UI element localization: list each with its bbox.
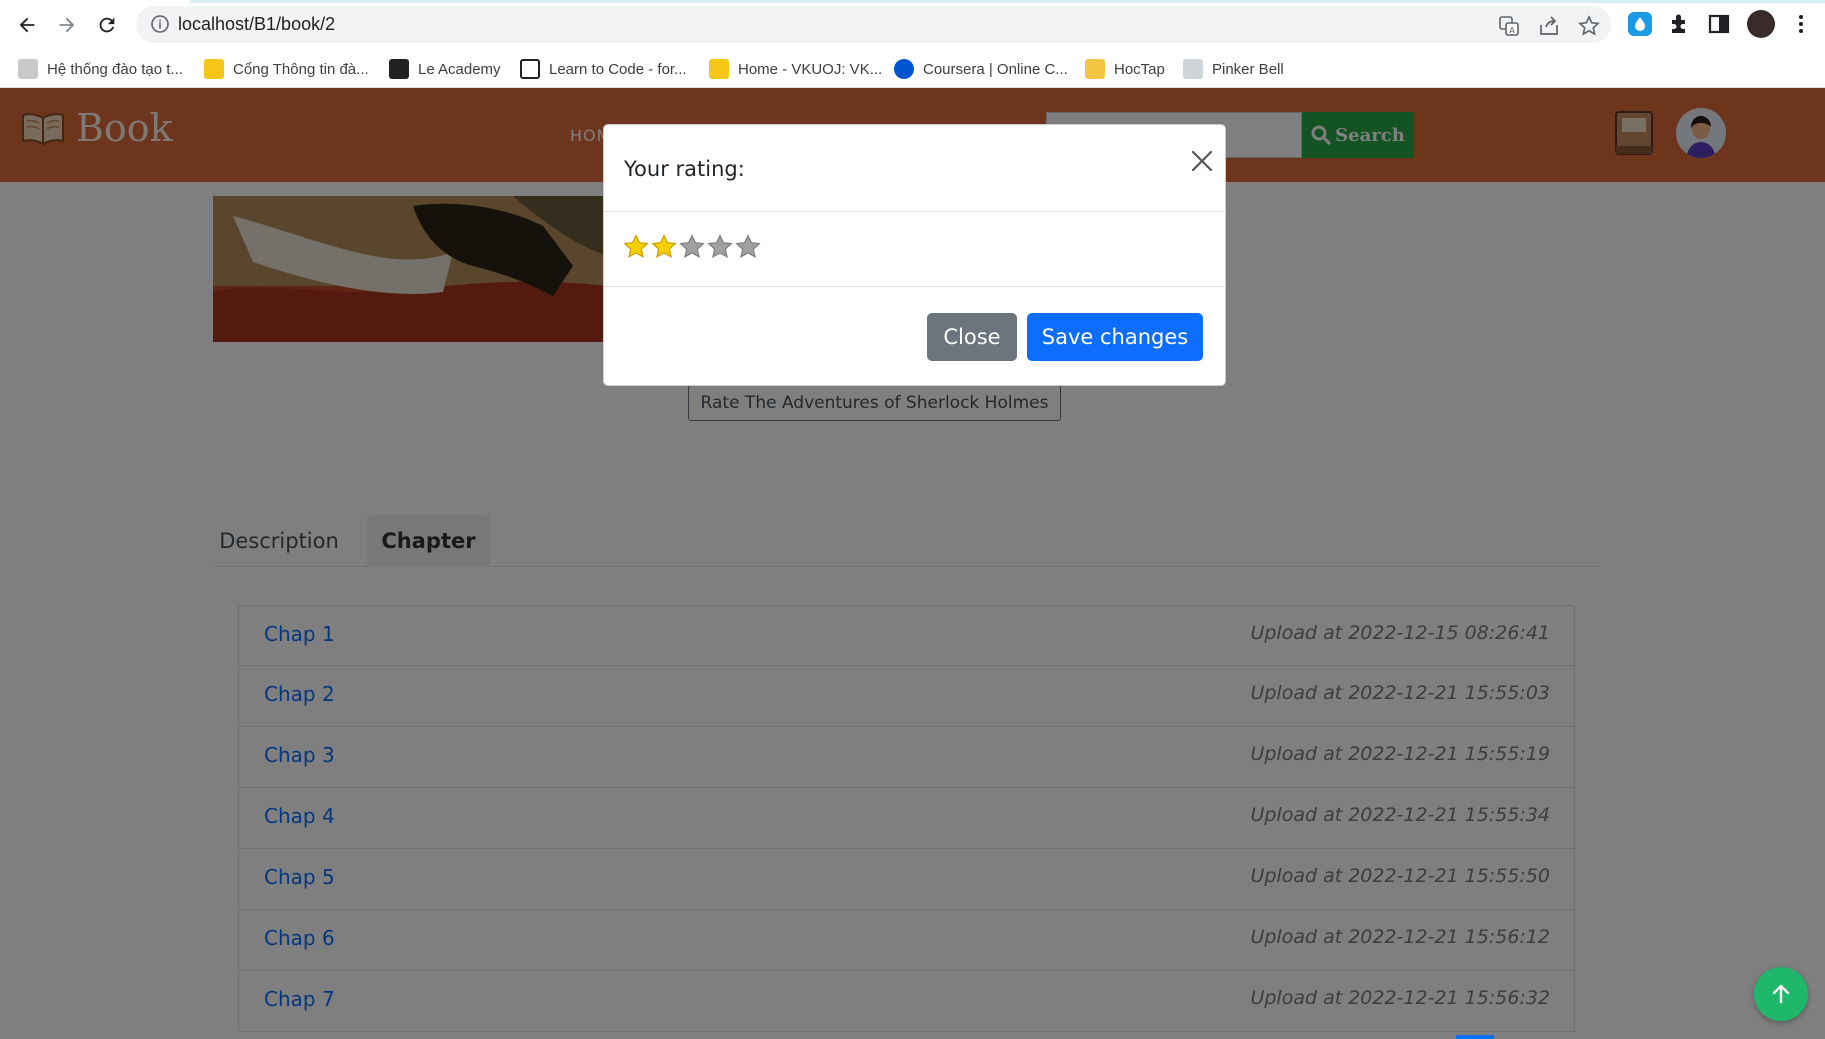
info-icon[interactable]	[150, 14, 170, 34]
save-changes-button[interactable]: Save changes	[1027, 313, 1203, 361]
document-favicon	[18, 59, 38, 79]
bookmark-label: Coursera | Online C...	[923, 60, 1068, 78]
menu-kebab-icon[interactable]	[1788, 11, 1814, 37]
rating-modal: Your rating: Close Save changes	[603, 124, 1226, 386]
star-rating	[623, 234, 761, 260]
code-favicon	[520, 59, 540, 79]
bookmark-item[interactable]: Learn to Code - for...	[520, 57, 687, 81]
star-icon[interactable]	[651, 234, 677, 260]
bookmark-item[interactable]: Le Academy	[389, 57, 501, 81]
arrow-right-icon	[59, 17, 75, 33]
bookmark-item[interactable]: HocTap	[1085, 57, 1165, 81]
bookmarks-bar: Hệ thống đào tạo t... Cổng Thông tin đà.…	[0, 48, 1825, 88]
bookmark-item[interactable]: Coursera | Online C...	[894, 57, 1068, 81]
bookmark-item[interactable]: Cổng Thông tin đà...	[204, 57, 369, 81]
star-icon[interactable]	[735, 234, 761, 260]
close-button[interactable]: Close	[927, 313, 1017, 361]
bookmark-label: Le Academy	[418, 60, 501, 78]
side-panel-icon[interactable]	[1706, 11, 1732, 37]
profile-avatar[interactable]	[1747, 10, 1775, 38]
reload-icon	[99, 17, 115, 33]
bookmark-star-icon[interactable]	[1578, 15, 1600, 37]
bookmark-item[interactable]: Home - VKUOJ: VK...	[709, 57, 882, 81]
modal-body	[604, 212, 1225, 287]
bookmark-label: HocTap	[1114, 60, 1165, 78]
bookmark-label: Hệ thống đào tạo t...	[47, 60, 183, 78]
modal-title: Your rating:	[624, 157, 745, 181]
forward-button[interactable]	[52, 10, 82, 40]
reload-button[interactable]	[92, 10, 122, 40]
browser-toolbar: localhost/B1/book/2 A	[0, 0, 1825, 48]
bookmark-label: Pinker Bell	[1212, 60, 1284, 78]
folder-icon	[1085, 59, 1105, 79]
coursera-favicon	[894, 59, 914, 79]
pagination-active-page[interactable]	[1456, 1035, 1494, 1039]
arrow-up-icon	[1772, 984, 1790, 1004]
bookmark-item[interactable]: Hệ thống đào tạo t...	[18, 57, 183, 81]
svg-text:A: A	[1509, 26, 1515, 35]
vku-favicon	[709, 59, 729, 79]
arrow-left-icon	[19, 17, 35, 33]
back-button[interactable]	[12, 10, 42, 40]
bookmark-label: Home - VKUOJ: VK...	[738, 60, 883, 78]
loading-bar	[190, 0, 1825, 3]
url-text[interactable]: localhost/B1/book/2	[178, 14, 335, 35]
modal-close-button[interactable]	[1184, 143, 1220, 179]
modal-header: Your rating:	[604, 125, 1225, 212]
close-icon	[1191, 150, 1213, 172]
bookmark-label: Learn to Code - for...	[549, 60, 687, 78]
bookmark-item[interactable]: Pinker Bell	[1183, 57, 1284, 81]
translate-icon[interactable]: A	[1498, 15, 1520, 37]
bookmark-label: Cổng Thông tin đà...	[233, 60, 369, 78]
extensions-puzzle-icon[interactable]	[1667, 11, 1693, 37]
vku-favicon	[204, 59, 224, 79]
star-icon[interactable]	[623, 234, 649, 260]
share-icon[interactable]	[1538, 15, 1560, 37]
address-bar[interactable]: localhost/B1/book/2 A	[136, 6, 1611, 43]
pinker-favicon	[1183, 59, 1203, 79]
star-icon[interactable]	[679, 234, 705, 260]
c-favicon	[389, 59, 409, 79]
star-icon[interactable]	[707, 234, 733, 260]
extension-drop-icon[interactable]	[1627, 11, 1653, 37]
scroll-to-top-button[interactable]	[1754, 967, 1808, 1021]
